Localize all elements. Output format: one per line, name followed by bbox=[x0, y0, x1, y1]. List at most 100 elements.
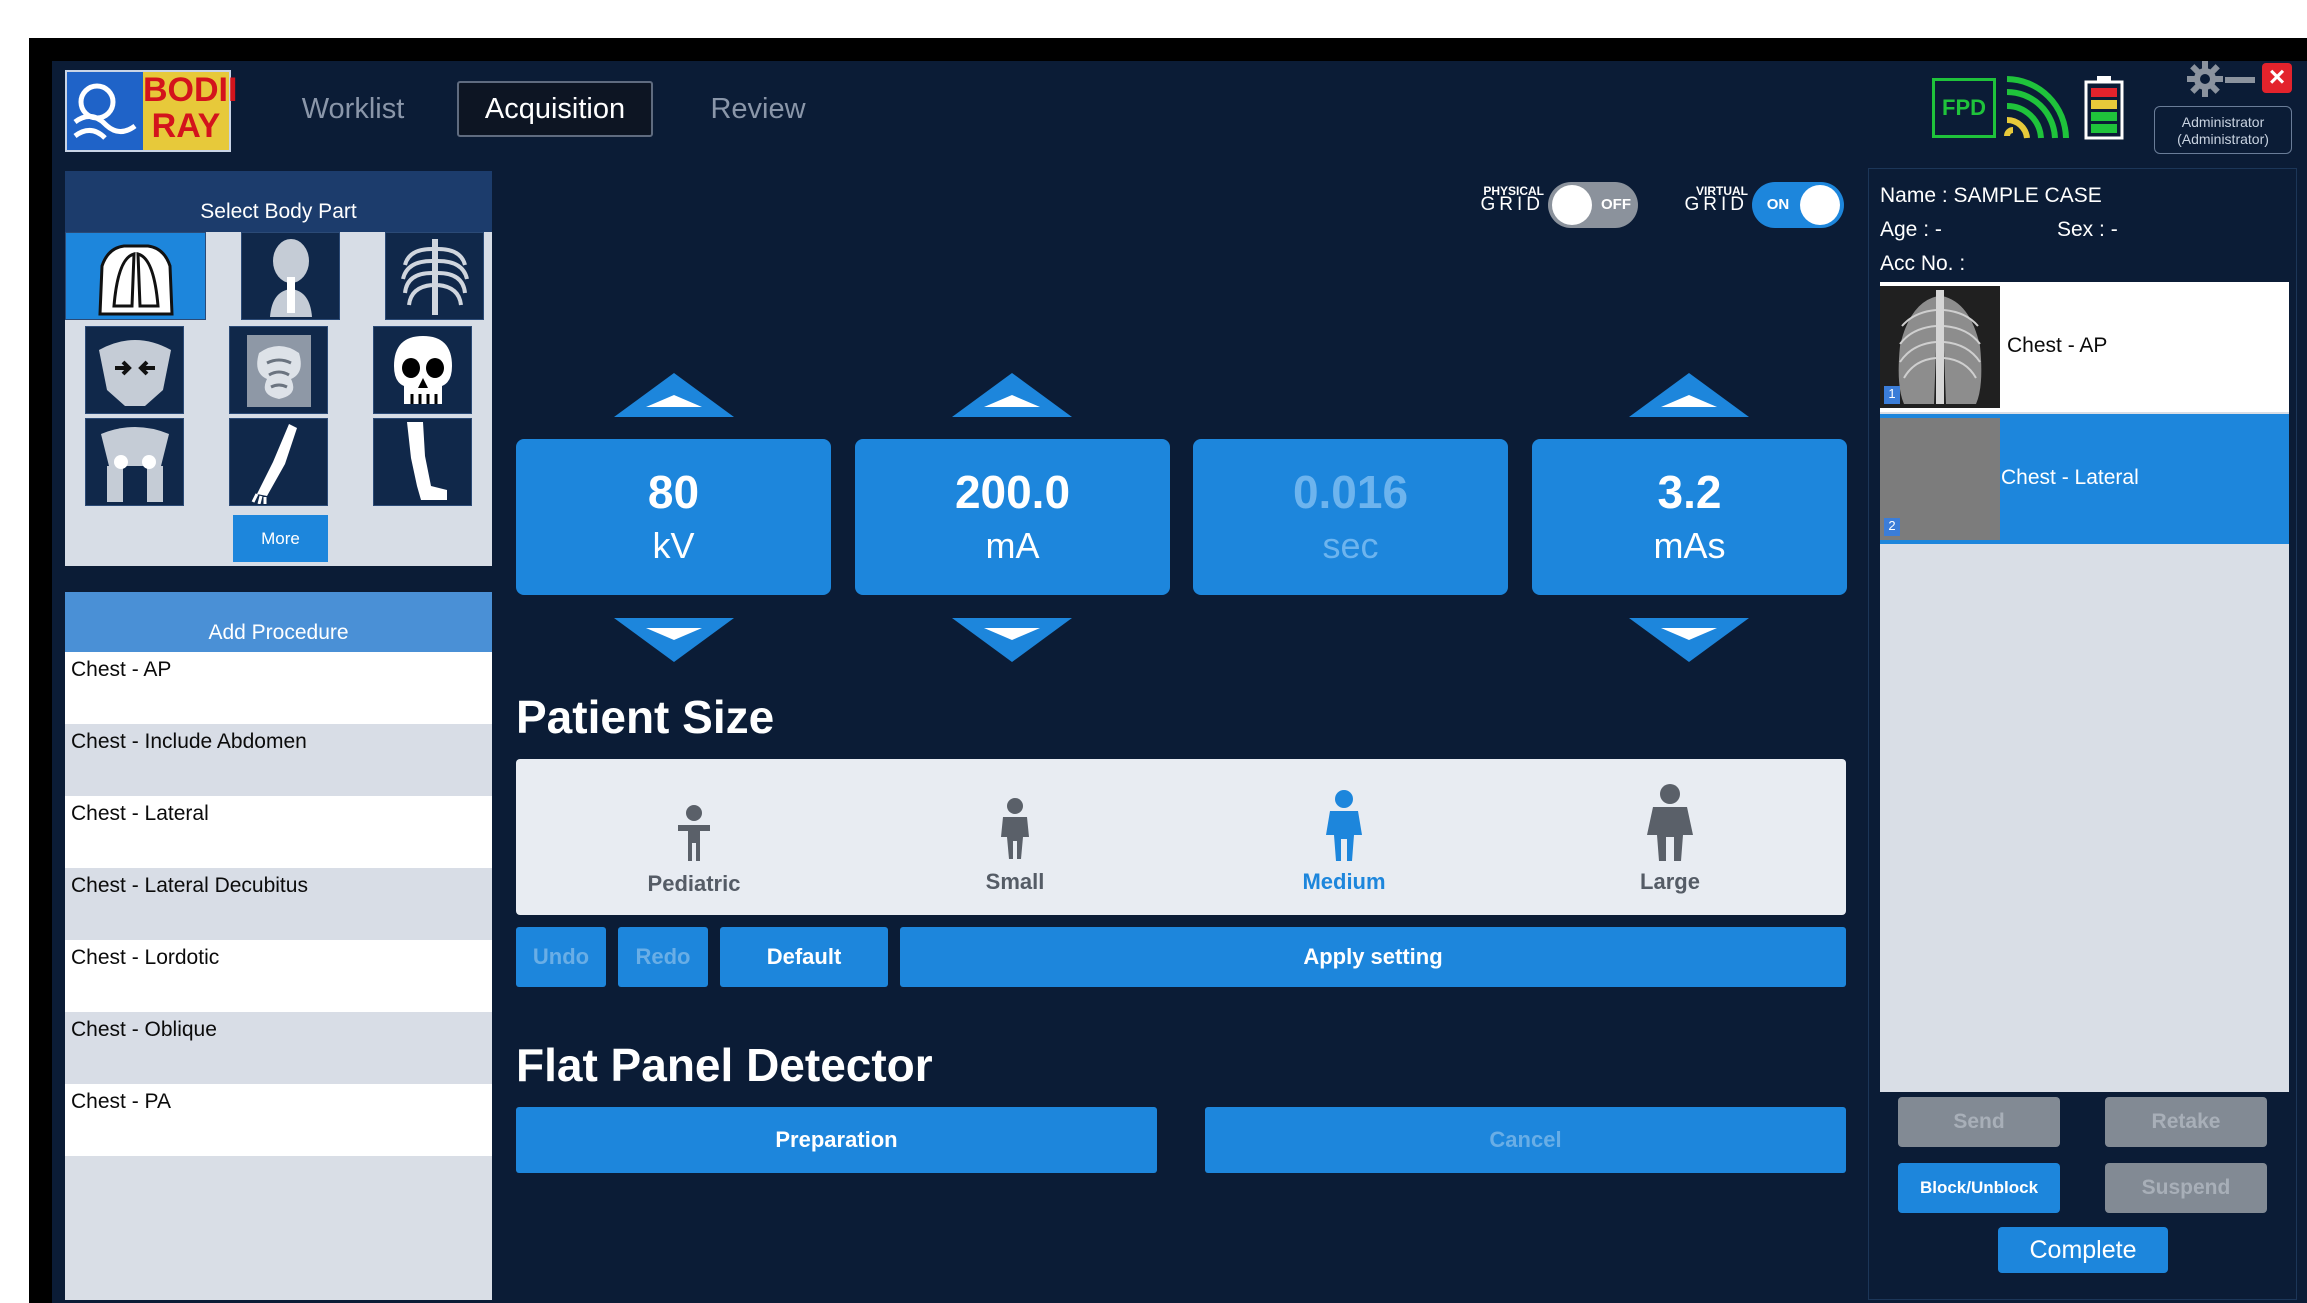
complete-button[interactable]: Complete bbox=[1998, 1227, 2168, 1273]
gear-icon[interactable] bbox=[2186, 60, 2224, 98]
head-icon bbox=[269, 239, 312, 317]
arrow-up-inner bbox=[984, 395, 1040, 407]
retake-button[interactable]: Retake bbox=[2105, 1097, 2267, 1147]
sec-display: 0.016 sec bbox=[1193, 439, 1508, 595]
body-part-ribs[interactable] bbox=[385, 232, 484, 320]
person-icon bbox=[1647, 784, 1693, 861]
person-icon bbox=[1001, 798, 1029, 859]
redo-button[interactable]: Redo bbox=[618, 927, 708, 987]
arrow-down-inner bbox=[1661, 628, 1717, 640]
study-index: 1 bbox=[1884, 386, 1900, 404]
size-option-pediatric[interactable]: Pediatric bbox=[614, 759, 774, 915]
cancel-button[interactable]: Cancel bbox=[1205, 1107, 1846, 1173]
procedure-item[interactable]: Chest - Lateral Decubitus bbox=[65, 868, 492, 940]
size-option-large[interactable]: Large bbox=[1590, 759, 1750, 915]
body-part-head-neck[interactable] bbox=[241, 232, 340, 320]
kv-display[interactable]: 80 kV bbox=[516, 439, 831, 595]
fpd-status-badge: FPD bbox=[1932, 78, 1996, 138]
more-body-parts-button[interactable]: More bbox=[233, 515, 328, 562]
body-part-abdomen[interactable] bbox=[229, 326, 328, 414]
mas-display[interactable]: 3.2 mAs bbox=[1532, 439, 1847, 595]
body-part-arm[interactable] bbox=[229, 418, 328, 506]
procedure-item[interactable]: Chest - Include Abdomen bbox=[65, 724, 492, 796]
ma-display[interactable]: 200.0 mA bbox=[855, 439, 1170, 595]
xray-thumbnail: 1 bbox=[1880, 286, 2000, 408]
kv-increase-button[interactable] bbox=[614, 373, 734, 417]
procedure-item[interactable]: Chest - PA bbox=[65, 1084, 492, 1156]
body-part-pelvis[interactable] bbox=[85, 326, 184, 414]
study-item-selected[interactable]: 2 Chest - Lateral bbox=[1880, 414, 2289, 544]
suspend-button[interactable]: Suspend bbox=[2105, 1163, 2267, 1213]
patient-name: Name : SAMPLE CASE bbox=[1880, 184, 2102, 207]
physical-grid-label: PHYSICAL GRID bbox=[1450, 184, 1545, 215]
size-label: Pediatric bbox=[647, 871, 741, 896]
physical-grid-toggle[interactable]: OFF bbox=[1548, 182, 1638, 228]
procedure-item[interactable]: Chest - Lordotic bbox=[65, 940, 492, 1012]
mas-decrease-button[interactable] bbox=[1629, 618, 1749, 662]
empty-thumbnail: 2 bbox=[1880, 418, 2000, 540]
apply-setting-button[interactable]: Apply setting bbox=[900, 927, 1846, 987]
tab-acquisition[interactable]: Acquisition bbox=[457, 81, 653, 137]
undo-button[interactable]: Undo bbox=[516, 927, 606, 987]
patient-sex: Sex : - bbox=[2057, 218, 2118, 241]
study-item[interactable]: 1 Chest - AP bbox=[1880, 282, 2289, 412]
mas-unit: mAs bbox=[1653, 525, 1726, 566]
body-part-leg[interactable] bbox=[373, 418, 472, 506]
arrow-down-icon bbox=[952, 618, 1072, 662]
procedure-item[interactable]: Chest - Oblique bbox=[65, 1012, 492, 1084]
kv-decrease-button[interactable] bbox=[614, 618, 734, 662]
ribcage-icon bbox=[400, 239, 469, 315]
study-index: 2 bbox=[1884, 518, 1900, 536]
pelvis-icon bbox=[98, 340, 171, 406]
body-part-skull[interactable] bbox=[373, 326, 472, 414]
body-part-header: Select Body Part bbox=[65, 171, 492, 233]
size-label: Medium bbox=[1302, 869, 1386, 894]
size-option-small[interactable]: Small bbox=[935, 759, 1095, 915]
arm-icon bbox=[251, 424, 297, 504]
patient-size-title: Patient Size bbox=[516, 691, 775, 743]
toggle-knob bbox=[1552, 185, 1592, 225]
person-icon bbox=[678, 805, 710, 861]
physical-grid-big-label: GRID bbox=[1480, 194, 1544, 215]
ma-increase-button[interactable] bbox=[952, 373, 1072, 417]
tab-review[interactable]: Review bbox=[680, 81, 836, 137]
skull-icon bbox=[393, 336, 452, 404]
logo-symbol bbox=[67, 72, 143, 150]
study-list: 1 Chest - AP 2 Chest - Lateral bbox=[1880, 282, 2289, 1092]
send-button[interactable]: Send bbox=[1898, 1097, 2060, 1147]
sec-unit: sec bbox=[1322, 525, 1379, 566]
arrow-up-inner bbox=[1661, 395, 1717, 407]
ma-unit: mA bbox=[985, 525, 1040, 566]
default-button[interactable]: Default bbox=[720, 927, 888, 987]
toggle-knob bbox=[1800, 185, 1840, 225]
arrow-down-icon bbox=[1629, 618, 1749, 662]
patient-age: Age : - bbox=[1880, 218, 1942, 241]
ma-value: 200.0 bbox=[954, 466, 1071, 518]
procedure-item[interactable]: Chest - Lateral bbox=[65, 796, 492, 868]
arrow-down-inner bbox=[984, 628, 1040, 640]
ma-decrease-button[interactable] bbox=[952, 618, 1072, 662]
block-unblock-button[interactable]: Block/Unblock bbox=[1898, 1163, 2060, 1213]
minimize-button[interactable] bbox=[2225, 77, 2255, 83]
leg-icon bbox=[406, 422, 447, 500]
study-label: Chest - AP bbox=[2007, 334, 2108, 357]
virtual-grid-toggle[interactable]: ON bbox=[1752, 182, 1844, 228]
virtual-grid-label: VIRTUAL GRID bbox=[1656, 184, 1749, 214]
kv-unit: kV bbox=[652, 525, 695, 566]
user-badge[interactable]: Administrator (Administrator) bbox=[2154, 106, 2292, 154]
mas-increase-button[interactable] bbox=[1629, 373, 1749, 417]
size-label: Small bbox=[985, 869, 1045, 894]
arrow-down-inner bbox=[646, 628, 702, 640]
tab-worklist[interactable]: Worklist bbox=[270, 81, 436, 137]
close-button[interactable]: × bbox=[2262, 63, 2292, 93]
body-part-hip[interactable] bbox=[85, 418, 184, 506]
preparation-button[interactable]: Preparation bbox=[516, 1107, 1157, 1173]
chest-icon bbox=[97, 244, 174, 316]
add-procedure-header: Add Procedure bbox=[65, 592, 492, 652]
procedure-item[interactable]: Chest - AP bbox=[65, 652, 492, 724]
wifi-signal-icon bbox=[2003, 76, 2069, 140]
logo-text-top: BODII bbox=[143, 71, 238, 109]
body-part-chest[interactable] bbox=[65, 232, 206, 320]
battery-icon bbox=[2084, 76, 2124, 140]
size-option-medium[interactable]: Medium bbox=[1264, 759, 1424, 915]
